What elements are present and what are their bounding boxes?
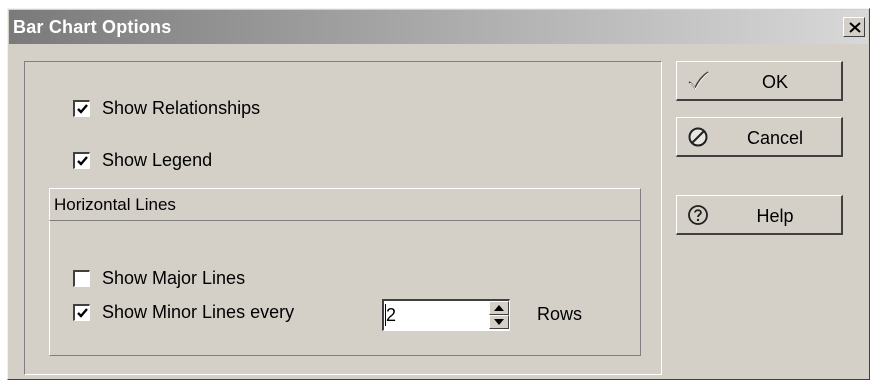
ok-label: OK [761,72,788,92]
help-button[interactable]: Help [676,195,843,235]
show-major-lines-label: Show Major Lines [102,268,246,288]
show-legend-checkbox[interactable] [73,152,90,169]
window-title: Bar Chart Options [13,17,172,37]
checkmark-icon [77,104,88,114]
show-minor-lines-option[interactable]: Show Minor Lines every [73,302,294,323]
show-minor-lines-label: Show Minor Lines every [102,302,295,322]
show-major-lines-checkbox[interactable] [73,270,90,287]
ok-button[interactable]: OK [676,61,843,101]
minor-lines-interval-input[interactable]: 2 [386,305,396,326]
rows-label: Rows [537,304,583,324]
show-relationships-label: Show Relationships [102,98,261,118]
close-button[interactable] [843,17,865,37]
horizontal-lines-label: Horizontal Lines [54,195,176,214]
show-legend-option[interactable]: Show Legend [73,150,212,171]
help-label: Help [756,206,794,226]
cancel-label: Cancel [746,128,804,148]
options-panel: Show Relationships Show Legend Horizonta… [24,61,662,375]
spin-up-button[interactable] [489,301,509,315]
show-major-lines-option[interactable]: Show Major Lines [73,268,245,289]
spin-down-button[interactable] [489,315,509,329]
title-bar[interactable]: Bar Chart Options [9,10,868,44]
checkmark-icon [77,308,88,318]
spinner-buttons [489,301,509,330]
arrow-down-icon [494,319,504,325]
cancel-button[interactable]: Cancel [676,117,843,157]
close-icon [849,22,861,33]
show-legend-label: Show Legend [102,150,213,170]
show-minor-lines-checkbox[interactable] [73,304,90,321]
show-relationships-checkbox[interactable] [73,100,90,117]
show-relationships-option[interactable]: Show Relationships [73,98,260,119]
no-entry-icon [688,127,708,147]
minor-lines-interval-spinner[interactable]: 2 [382,299,510,331]
arrow-up-icon [494,305,504,311]
horizontal-lines-group-header: Horizontal Lines [49,188,641,221]
bar-chart-options-dialog: Bar Chart Options Show Relationships Sho… [7,8,870,380]
checkmark-icon [688,71,709,90]
checkmark-icon [77,156,88,166]
help-icon [688,205,708,225]
